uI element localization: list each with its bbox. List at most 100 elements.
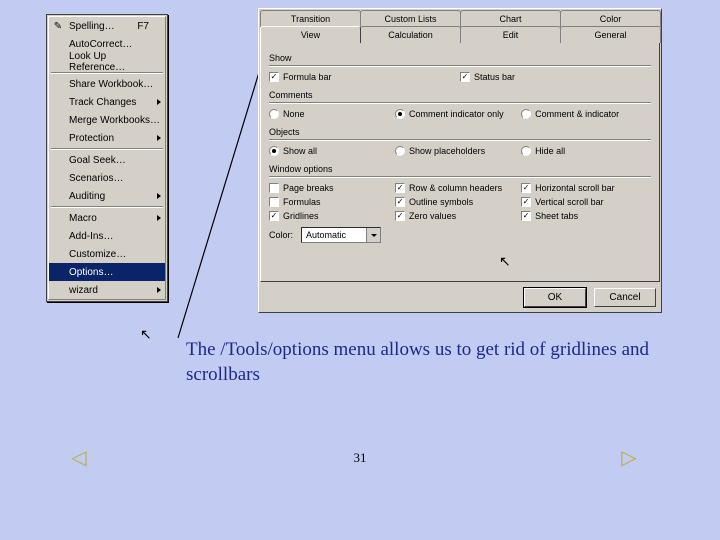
submenu-arrow-icon: [157, 215, 161, 221]
slide-caption: The /Tools/options menu allows us to get…: [186, 338, 656, 387]
radio-comments-none[interactable]: [269, 109, 279, 119]
checkbox-sheet-tabs[interactable]: [521, 211, 531, 221]
radio-label: Show placeholders: [409, 146, 485, 156]
menu-separator: [51, 206, 163, 208]
menu-item-protection[interactable]: Protection: [49, 129, 165, 147]
menu-shortcut: F7: [137, 21, 161, 32]
tab-general[interactable]: General: [560, 26, 661, 43]
radio-objects-placeholders[interactable]: [395, 146, 405, 156]
cancel-button[interactable]: Cancel: [594, 288, 656, 307]
radio-label: Show all: [283, 146, 317, 156]
group-title-comments: Comments: [269, 90, 651, 100]
mouse-cursor-icon: ↖: [499, 253, 511, 270]
menu-item-label: Scenarios…: [69, 173, 123, 184]
menu-item-label: wizard: [69, 285, 98, 296]
checkbox-label: Row & column headers: [409, 183, 502, 193]
menu-item-label: Merge Workbooks…: [69, 115, 160, 126]
menu-item-options[interactable]: Options…: [49, 263, 165, 281]
menu-item-merge-workbooks[interactable]: Merge Workbooks…: [49, 111, 165, 129]
menu-item-lookup[interactable]: Look Up Reference…: [49, 53, 165, 71]
checkbox-label: Sheet tabs: [535, 211, 578, 221]
menu-item-label: Look Up Reference…: [69, 51, 161, 73]
radio-objects-showall[interactable]: [269, 146, 279, 156]
tab-edit[interactable]: Edit: [460, 26, 561, 43]
checkbox-formula-bar[interactable]: [269, 72, 279, 82]
checkbox-label: Horizontal scroll bar: [535, 183, 615, 193]
menu-item-label: Share Workbook…: [69, 79, 153, 90]
menu-item-label: Add-Ins…: [69, 231, 113, 242]
checkbox-label: Status bar: [474, 72, 515, 82]
mouse-cursor-icon: ↖: [140, 326, 152, 343]
tab-color[interactable]: Color: [560, 10, 661, 27]
tabs-row-1: Transition Custom Lists Chart Color: [260, 10, 660, 27]
chevron-down-icon: [366, 228, 380, 242]
menu-item-goal-seek[interactable]: Goal Seek…: [49, 151, 165, 169]
menu-item-label: Protection: [69, 133, 114, 144]
menu-item-label: Auditing: [69, 191, 105, 202]
menu-item-label: Options…: [69, 267, 113, 278]
checkbox-formulas[interactable]: [269, 197, 279, 207]
radio-comments-indicator[interactable]: [395, 109, 405, 119]
radio-objects-hideall[interactable]: [521, 146, 531, 156]
dialog-buttons: OK Cancel: [260, 282, 660, 311]
checkbox-gridlines[interactable]: [269, 211, 279, 221]
menu-item-customize[interactable]: Customize…: [49, 245, 165, 263]
tab-transition[interactable]: Transition: [260, 10, 361, 27]
checkbox-label: Zero values: [409, 211, 456, 221]
checkbox-outline[interactable]: [395, 197, 405, 207]
submenu-arrow-icon: [157, 287, 161, 293]
options-dialog: Transition Custom Lists Chart Color View…: [258, 8, 662, 313]
menu-item-wizard[interactable]: wizard: [49, 281, 165, 299]
tabs-row-2: View Calculation Edit General: [260, 26, 660, 43]
submenu-arrow-icon: [157, 193, 161, 199]
menu-item-share-workbook[interactable]: Share Workbook…: [49, 75, 165, 93]
checkbox-label: Page breaks: [283, 183, 334, 193]
checkbox-label: Formula bar: [283, 72, 332, 82]
submenu-arrow-icon: [157, 99, 161, 105]
color-combo[interactable]: Automatic: [301, 227, 381, 243]
tab-calculation[interactable]: Calculation: [360, 26, 461, 43]
menu-item-label: Goal Seek…: [69, 155, 126, 166]
group-title-show: Show: [269, 53, 651, 63]
color-label: Color:: [269, 230, 293, 240]
radio-label: Comment & indicator: [535, 109, 619, 119]
menu-item-add-ins[interactable]: Add-Ins…: [49, 227, 165, 245]
tab-view[interactable]: View: [260, 26, 361, 43]
checkbox-hscroll[interactable]: [521, 183, 531, 193]
menu-item-label: Customize…: [69, 249, 126, 260]
menu-item-track-changes[interactable]: Track Changes: [49, 93, 165, 111]
radio-label: None: [283, 109, 305, 119]
menu-item-label: AutoCorrect…: [69, 39, 132, 50]
tab-chart[interactable]: Chart: [460, 10, 561, 27]
menu-item-auditing[interactable]: Auditing: [49, 187, 165, 205]
menu-separator: [51, 148, 163, 150]
menu-item-scenarios[interactable]: Scenarios…: [49, 169, 165, 187]
menu-item-macro[interactable]: Macro: [49, 209, 165, 227]
radio-label: Hide all: [535, 146, 565, 156]
menu-item-label: Track Changes: [69, 97, 136, 108]
checkbox-headers[interactable]: [395, 183, 405, 193]
tools-menu: ✎ Spelling… F7 AutoCorrect… Look Up Refe…: [46, 14, 168, 302]
menu-item-label: Spelling…: [69, 21, 115, 32]
radio-comments-both[interactable]: [521, 109, 531, 119]
checkbox-page-breaks[interactable]: [269, 183, 279, 193]
tab-body-view: Show Formula bar Status bar Comments Non…: [260, 42, 660, 282]
checkbox-label: Formulas: [283, 197, 321, 207]
ok-button[interactable]: OK: [524, 288, 586, 307]
checkbox-label: Gridlines: [283, 211, 319, 221]
spellcheck-icon: ✎: [51, 19, 65, 33]
submenu-arrow-icon: [157, 135, 161, 141]
group-title-objects: Objects: [269, 127, 651, 137]
prev-slide-button[interactable]: ◁: [62, 446, 96, 468]
menu-item-label: Macro: [69, 213, 97, 224]
menu-item-spelling[interactable]: ✎ Spelling… F7: [49, 17, 165, 35]
checkbox-vscroll[interactable]: [521, 197, 531, 207]
next-slide-button[interactable]: ▷: [612, 446, 646, 468]
checkbox-status-bar[interactable]: [460, 72, 470, 82]
tab-custom-lists[interactable]: Custom Lists: [360, 10, 461, 27]
group-title-window: Window options: [269, 164, 651, 174]
combo-value: Automatic: [306, 230, 346, 240]
checkbox-zero[interactable]: [395, 211, 405, 221]
checkbox-label: Vertical scroll bar: [535, 197, 604, 207]
radio-label: Comment indicator only: [409, 109, 504, 119]
